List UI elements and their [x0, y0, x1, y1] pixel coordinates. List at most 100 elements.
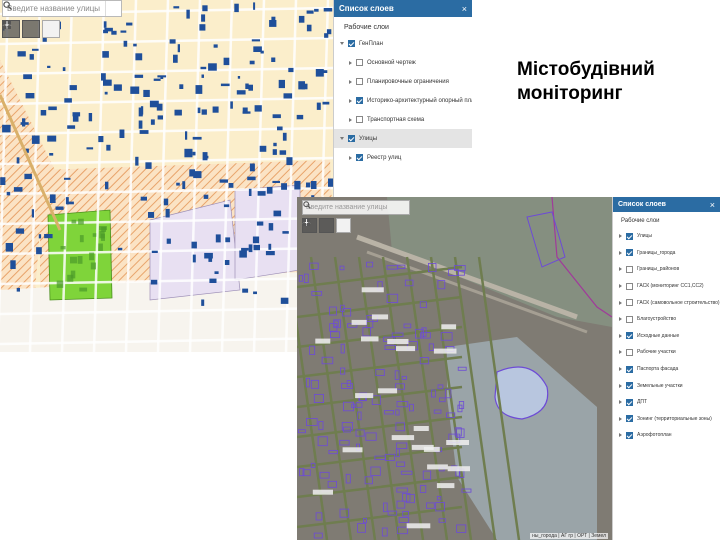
layer-checkbox[interactable]: [626, 282, 633, 290]
layer-label: ГАСК (мониторинг СС1,СС2): [637, 283, 704, 290]
layer-row[interactable]: Исходные данные: [613, 328, 720, 345]
layer-checkbox[interactable]: [626, 332, 633, 340]
search-button-2[interactable]: [303, 201, 409, 214]
layer-label: Улицы: [637, 233, 653, 240]
layer-row[interactable]: Основной чертеж: [334, 53, 472, 72]
chevron-right-icon[interactable]: [619, 333, 622, 338]
grid-icon: [302, 218, 311, 227]
chevron-right-icon[interactable]: [619, 367, 622, 372]
layer-row[interactable]: Рабочие участки: [613, 344, 720, 361]
chevron-right-icon[interactable]: [349, 79, 352, 84]
layer-label: Земельные участки: [637, 382, 683, 389]
chevron-right-icon[interactable]: [349, 98, 352, 103]
layer-checkbox[interactable]: [626, 365, 633, 373]
chevron-right-icon[interactable]: [619, 317, 622, 322]
title-line-2: моніторинг: [517, 83, 623, 104]
layer-row[interactable]: Благоустройство: [613, 311, 720, 328]
layer-checkbox[interactable]: [626, 315, 633, 323]
chevron-down-icon[interactable]: [340, 137, 344, 140]
chevron-right-icon[interactable]: [619, 234, 622, 239]
layer-checkbox[interactable]: [626, 299, 633, 307]
street-search-input-2[interactable]: [303, 201, 395, 214]
layer-checkbox[interactable]: [348, 135, 355, 142]
map-layer[interactable]: [0, 0, 333, 352]
layer-checkbox[interactable]: [626, 382, 633, 390]
layer-checkbox[interactable]: [626, 265, 633, 273]
layer-row[interactable]: Улицы: [613, 228, 720, 245]
layer-label: Реестр улиц: [367, 154, 402, 161]
edit-button[interactable]: [4, 20, 40, 38]
layer-checkbox[interactable]: [356, 59, 363, 66]
grid-button[interactable]: [3, 20, 60, 38]
layer-checkbox[interactable]: [626, 431, 633, 439]
layer-label: Благоустройство: [637, 316, 677, 323]
layer-row[interactable]: ГенПлан: [334, 34, 472, 53]
layer-label: Планировочные ограничения: [367, 78, 449, 85]
chevron-right-icon[interactable]: [619, 300, 622, 305]
layer-checkbox[interactable]: [626, 249, 633, 257]
layer-label: Рабочие участки: [637, 349, 676, 356]
layer-list-title-2: Список слоев: [618, 201, 666, 208]
layer-checkbox[interactable]: [348, 40, 355, 47]
layer-row[interactable]: Границы_города: [613, 245, 720, 262]
layer-checkbox[interactable]: [626, 398, 633, 406]
working-layers-heading: Рабочие слои: [344, 24, 389, 31]
chevron-right-icon[interactable]: [619, 416, 622, 421]
title-line-1: Містобудівний: [517, 59, 655, 80]
layer-checkbox[interactable]: [356, 116, 363, 123]
chevron-right-icon[interactable]: [619, 267, 622, 272]
layer-list-header: Список слоев ×: [334, 0, 472, 17]
layer-label: Границы_районов: [637, 266, 680, 273]
layer-label: Зонинг (территориальные зоны): [637, 415, 712, 422]
layer-checkbox[interactable]: [356, 154, 363, 161]
layer-row[interactable]: Границы_районов: [613, 261, 720, 278]
layer-label: Историко-архитектурный опорный план: [367, 97, 472, 104]
layer-row[interactable]: Зонинг (территориальные зоны): [613, 411, 720, 428]
close-icon[interactable]: ×: [710, 200, 715, 210]
layer-label: Транспортная схема: [367, 116, 425, 123]
layer-label: ГенПлан: [359, 40, 383, 47]
map-toolbar: [2, 20, 60, 38]
layer-checkbox[interactable]: [626, 415, 633, 423]
layer-row[interactable]: ДПТ: [613, 394, 720, 411]
layer-checkbox[interactable]: [626, 232, 633, 240]
search-button[interactable]: [3, 1, 121, 16]
layer-label: ДПТ: [637, 399, 648, 406]
layer-row[interactable]: ГАСК (мониторинг СС1,СС2): [613, 278, 720, 295]
layer-label: Аэрофотоплан: [637, 432, 672, 439]
layer-checkbox[interactable]: [626, 348, 633, 356]
chevron-right-icon[interactable]: [349, 117, 352, 122]
layer-row[interactable]: Улицы: [334, 129, 472, 148]
layer-row[interactable]: Транспортная схема: [334, 110, 472, 129]
layer-row[interactable]: Планировочные ограничения: [334, 72, 472, 91]
chevron-right-icon[interactable]: [619, 433, 622, 438]
layer-checkbox[interactable]: [356, 97, 363, 104]
edit-button-2[interactable]: [303, 218, 334, 233]
street-search-box-2[interactable]: [302, 200, 410, 215]
chevron-right-icon[interactable]: [619, 350, 622, 355]
layer-row[interactable]: Паспорта фасада: [613, 361, 720, 378]
layer-label: Основной чертеж: [367, 59, 416, 66]
chevron-right-icon[interactable]: [619, 400, 622, 405]
close-icon[interactable]: ×: [462, 4, 467, 14]
layer-row[interactable]: ГАСК (самовольное строительство): [613, 294, 720, 311]
chevron-right-icon[interactable]: [619, 250, 622, 255]
layer-row[interactable]: Историко-архитектурный опорный план: [334, 91, 472, 110]
layer-list-header-2: Список слоев ×: [613, 197, 720, 212]
layer-row[interactable]: Реестр улиц: [334, 148, 472, 167]
chevron-down-icon[interactable]: [340, 42, 344, 45]
chevron-right-icon[interactable]: [619, 284, 622, 289]
layer-row[interactable]: Земельные участки: [613, 377, 720, 394]
grid-button-2[interactable]: [302, 218, 351, 233]
chevron-right-icon[interactable]: [349, 60, 352, 65]
street-search-box[interactable]: [2, 0, 122, 17]
layer-row[interactable]: Аэрофотоплан: [613, 427, 720, 444]
screenshot-monitoring: ны_города | АГ гр | ОРТ | Земел Список с…: [297, 197, 720, 540]
chevron-right-icon[interactable]: [349, 155, 352, 160]
layer-label: Паспорта фасада: [637, 366, 679, 373]
layer-label: Границы_города: [637, 249, 676, 256]
layer-checkbox[interactable]: [356, 78, 363, 85]
chevron-right-icon[interactable]: [619, 383, 622, 388]
map-canvas[interactable]: [0, 0, 333, 352]
street-search-input[interactable]: [3, 1, 105, 16]
